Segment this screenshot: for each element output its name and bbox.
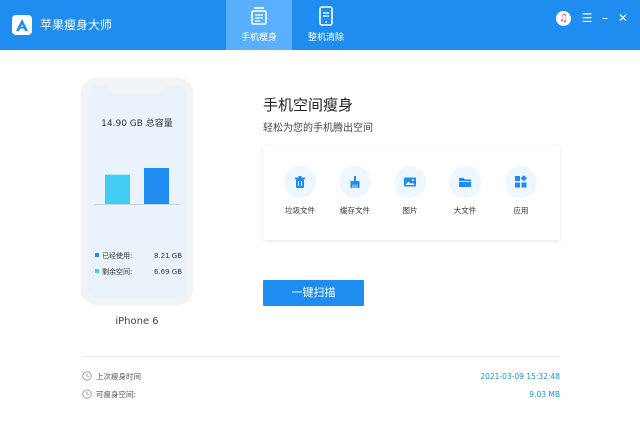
category-images[interactable]: 图片 — [383, 166, 437, 228]
category-label: 图片 — [402, 206, 418, 215]
category-circle — [505, 166, 537, 198]
menu-button[interactable]: ☰ — [580, 10, 594, 26]
phone-notch — [108, 85, 166, 94]
bar-free-space — [105, 174, 130, 204]
category-label: 垃圾文件 — [285, 206, 315, 215]
used-label: 已经使用: — [102, 252, 133, 260]
bar-used-space — [144, 168, 169, 204]
storage-chart — [94, 168, 180, 205]
total-capacity: 14.90 GB 总容量 — [101, 119, 173, 129]
brush-icon — [350, 176, 360, 188]
category-circle — [449, 166, 481, 198]
app-title: 苹果瘦身大师 — [40, 18, 113, 32]
category-label: 大文件 — [453, 206, 477, 215]
minimize-button[interactable]: – — [598, 10, 612, 26]
clock-icon — [82, 371, 92, 381]
trash-icon — [295, 176, 305, 188]
last-slim-value: 2021-03-09 15:32:48 — [480, 372, 560, 381]
tab-label: 手机瘦身 — [240, 33, 277, 43]
one-click-scan-button[interactable]: 一键扫描 — [263, 280, 364, 306]
phone-screen: 14.90 GB 总容量 已经使用: 8.21 GB 剩余空间: 6.69 GB — [88, 85, 186, 298]
category-large-files[interactable]: 大文件 — [438, 166, 492, 228]
category-panel: 垃圾文件 缓存文件 图片 大文件 应用 — [263, 146, 560, 240]
category-label: 应用 — [513, 206, 529, 215]
legend-free: 剩余空间: 6.69 GB — [95, 267, 182, 277]
category-label: 缓存文件 — [340, 206, 370, 215]
category-circle — [284, 166, 316, 198]
category-circle — [394, 166, 426, 198]
slimmable-space-row: 可瘦身空间: 9.03 MB — [82, 388, 560, 402]
tab-phone-slim[interactable]: 手机瘦身 — [226, 0, 292, 50]
music-glyph: ♫ — [559, 13, 568, 24]
slimmable-space-label: 可瘦身空间: — [96, 390, 137, 399]
close-button[interactable]: ✕ — [616, 10, 630, 26]
legend-used: 已经使用: 8.21 GB — [95, 251, 182, 261]
page-subtitle: 轻松为您的手机腾出空间 — [263, 123, 373, 134]
phone-erase-icon — [319, 6, 333, 26]
footer-divider — [82, 356, 560, 357]
category-circle — [339, 166, 371, 198]
image-icon — [404, 177, 416, 187]
phone-model: iPhone 6 — [115, 316, 159, 327]
category-cache-files[interactable]: 缓存文件 — [328, 166, 382, 228]
phone-illustration: 14.90 GB 总容量 已经使用: 8.21 GB 剩余空间: 6.69 GB — [82, 79, 192, 304]
clock-icon — [82, 389, 92, 399]
page-title: 手机空间瘦身 — [263, 96, 354, 114]
category-apps[interactable]: 应用 — [494, 166, 548, 228]
folder-icon — [459, 178, 471, 187]
used-dot — [95, 253, 99, 257]
app-logo-icon — [12, 15, 32, 35]
category-junk-files[interactable]: 垃圾文件 — [273, 166, 327, 228]
music-icon[interactable]: ♫ — [556, 11, 571, 26]
last-slim-row: 上次瘦身时间 2021-03-09 15:32:48 — [82, 370, 560, 384]
apps-icon — [515, 175, 528, 188]
title-bar: 苹果瘦身大师 手机瘦身 整机清除 ♫ ☰ – ✕ — [0, 0, 640, 50]
free-value: 6.69 GB — [154, 268, 183, 276]
tab-phone-erase[interactable]: 整机清除 — [293, 0, 359, 50]
free-dot — [95, 269, 99, 273]
used-value: 8.21 GB — [154, 252, 183, 260]
tab-label: 整机清除 — [307, 33, 344, 43]
phone-slim-icon — [251, 7, 267, 25]
last-slim-label: 上次瘦身时间 — [96, 372, 141, 381]
free-label: 剩余空间: — [102, 268, 133, 276]
slimmable-space-value: 9.03 MB — [529, 390, 560, 399]
